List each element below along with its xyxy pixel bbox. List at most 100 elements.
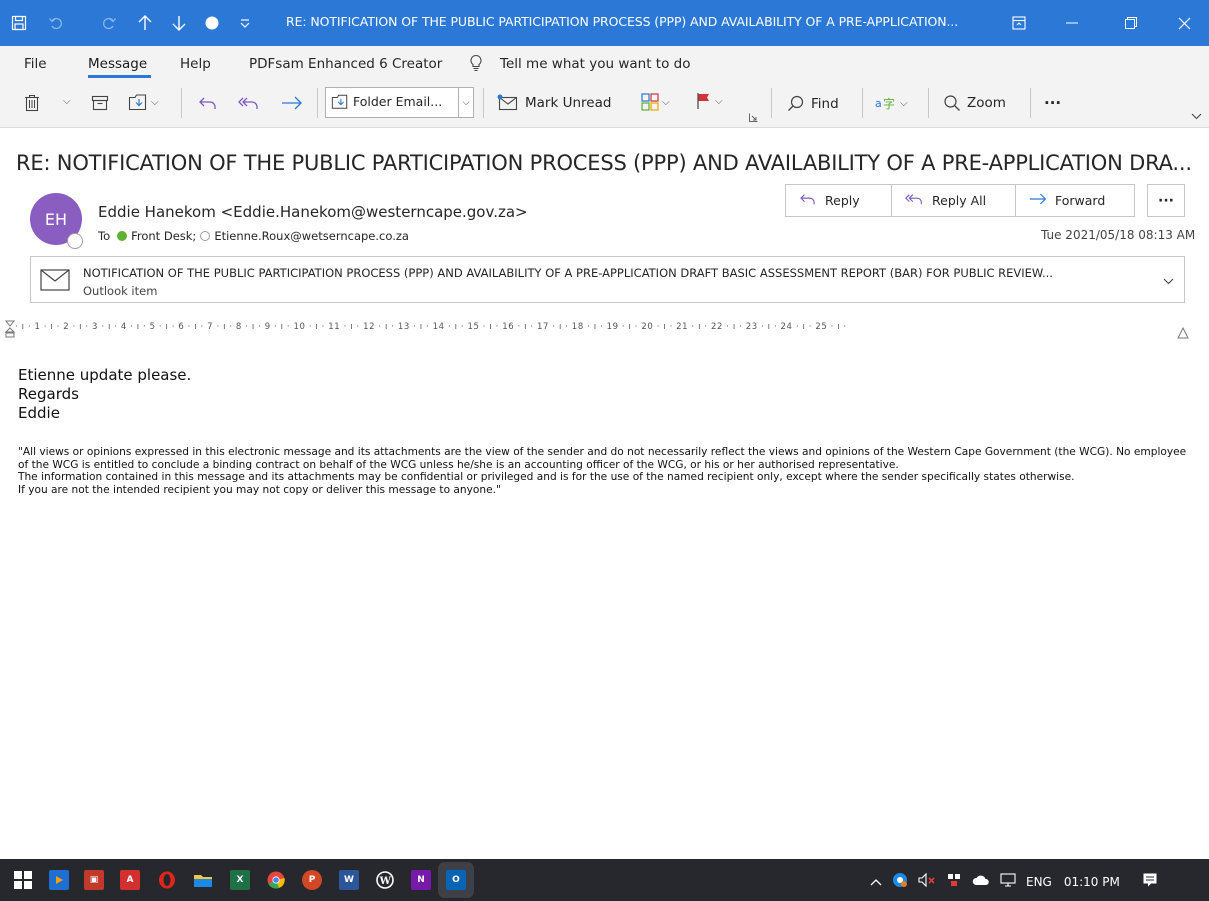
chevron-down-icon: ⌵	[63, 96, 71, 107]
security-icon[interactable]	[892, 872, 908, 891]
ribbon-separator	[771, 88, 772, 118]
chevron-down-icon[interactable]	[1163, 274, 1174, 288]
close-button[interactable]	[1161, 0, 1207, 46]
move-button[interactable]: ⌵	[128, 93, 159, 111]
zoom-button[interactable]: Zoom	[943, 94, 1006, 112]
archive-button[interactable]	[91, 95, 109, 111]
customize-toolbar-icon[interactable]	[232, 8, 258, 38]
outlook-icon[interactable]: O	[446, 870, 466, 890]
ribbon-separator	[483, 88, 484, 118]
ribbon-separator	[317, 88, 318, 118]
reply-all-label: Reply All	[932, 193, 987, 208]
menu-message[interactable]: Message	[88, 56, 147, 72]
disclaimer-paragraph: If you are not the intended recipient yo…	[18, 483, 501, 496]
translate-button[interactable]: a字 ⌵	[875, 94, 908, 112]
chevron-up-icon[interactable]	[870, 875, 882, 889]
menu-file[interactable]: File	[24, 56, 47, 72]
save-icon[interactable]	[6, 8, 32, 38]
onedrive-icon[interactable]	[972, 874, 990, 889]
avatar-initials: EH	[44, 209, 68, 229]
right-indent-marker[interactable]	[1177, 324, 1189, 343]
reply-all-ribbon-button[interactable]	[238, 95, 260, 111]
ribbon-display-options-button[interactable]	[996, 0, 1042, 46]
chevron-down-icon: ⌵	[662, 96, 670, 108]
network-icon[interactable]	[946, 872, 962, 891]
svg-text:a: a	[875, 97, 882, 110]
notifications-icon[interactable]	[1142, 872, 1158, 891]
unknown-status-icon	[200, 231, 211, 241]
powerpoint-icon[interactable]: P	[302, 870, 322, 890]
wordpress-icon[interactable]: W	[375, 870, 395, 890]
clock[interactable]: 01:10 PM	[1064, 875, 1120, 889]
opera-icon[interactable]	[157, 870, 177, 890]
file-explorer-icon[interactable]	[193, 870, 213, 890]
forward-button[interactable]: Forward	[1015, 184, 1135, 217]
reply-label: Reply	[825, 193, 860, 208]
flag-icon	[696, 92, 712, 110]
svg-text:字: 字	[883, 96, 895, 111]
forward-icon	[281, 96, 303, 110]
folder-email-label: Folder Email...	[353, 94, 443, 109]
onenote-icon[interactable]: N	[411, 870, 431, 890]
tell-me-search[interactable]: Tell me what you want to do	[500, 56, 690, 72]
recipient-front-desk[interactable]: Front Desk;	[131, 229, 196, 243]
redo-icon[interactable]	[96, 8, 122, 38]
ruler-scale: · ı · 1 · ı · 2 · ı · 3 · ı · 4 · ı · 5 …	[15, 322, 847, 332]
more-actions-label: ···	[1158, 192, 1174, 209]
sender-name[interactable]: Eddie Hanekom <Eddie.Hanekom@westerncape…	[98, 203, 528, 221]
restore-button[interactable]	[1108, 0, 1154, 46]
taskbar: ▣ A X P W W N O ENG 01:10 PM	[0, 859, 1209, 901]
mark-unread-button[interactable]: Mark Unread	[497, 94, 611, 111]
image-app-icon[interactable]: ▣	[84, 870, 104, 890]
reply-all-button[interactable]: Reply All	[891, 184, 1016, 217]
move-to-folder-icon	[331, 93, 349, 110]
zoom-label: Zoom	[967, 95, 1006, 111]
mark-unread-label: Mark Unread	[525, 94, 612, 111]
recipient-etienne[interactable]: Etienne.Roux@wetserncape.co.za	[214, 229, 409, 243]
chrome-icon[interactable]	[266, 870, 286, 890]
record-icon[interactable]	[199, 8, 225, 38]
delete-dropdown[interactable]: ⌵	[60, 96, 71, 107]
word-icon[interactable]: W	[339, 870, 359, 890]
previous-item-icon[interactable]	[132, 8, 158, 38]
volume-muted-icon[interactable]	[918, 872, 936, 890]
chevron-down-icon	[1191, 113, 1202, 120]
disclaimer-paragraph: The information contained in this messag…	[18, 471, 1075, 483]
language-indicator[interactable]: ENG	[1026, 875, 1052, 889]
undo-icon[interactable]	[43, 8, 69, 38]
quick-steps-dropdown[interactable]: ⌵	[458, 88, 473, 117]
more-actions-button[interactable]: ···	[1147, 184, 1185, 217]
media-player-icon[interactable]	[49, 870, 69, 890]
reply-ribbon-button[interactable]	[198, 95, 218, 111]
reply-button[interactable]: Reply	[785, 184, 892, 217]
acrobat-icon[interactable]: A	[120, 870, 140, 890]
folder-email-quick-step[interactable]: Folder Email...	[331, 93, 442, 110]
next-item-icon[interactable]	[166, 8, 192, 38]
attachment-item[interactable]: NOTIFICATION OF THE PUBLIC PARTICIPATION…	[30, 256, 1185, 303]
body-line-1: Etienne update please.	[18, 366, 192, 384]
display-icon[interactable]	[1000, 873, 1016, 890]
left-indent-marker[interactable]	[4, 320, 16, 342]
follow-up-button[interactable]: ⌵	[696, 92, 723, 110]
menu-help[interactable]: Help	[180, 56, 211, 72]
chevron-down-icon: ⌵	[151, 96, 159, 108]
windows-start-icon[interactable]	[13, 870, 33, 890]
window-title: RE: NOTIFICATION OF THE PUBLIC PARTICIPA…	[286, 14, 959, 29]
reply-icon	[799, 192, 825, 209]
menu-pdfsam[interactable]: PDFsam Enhanced 6 Creator	[249, 56, 442, 72]
tags-dialog-launcher[interactable]	[749, 113, 758, 122]
more-commands-button[interactable]: ···	[1044, 94, 1061, 112]
categorize-button[interactable]: ⌵	[641, 93, 670, 111]
attachment-type: Outlook item	[83, 284, 158, 298]
find-button[interactable]: Find	[787, 95, 839, 113]
expand-ribbon-button[interactable]	[1191, 113, 1202, 120]
email-disclaimer: "All views or opinions expressed in this…	[18, 446, 1188, 496]
minimize-button[interactable]	[1049, 0, 1095, 46]
trash-icon	[24, 94, 40, 112]
delete-button[interactable]	[24, 94, 40, 112]
more-commands-label: ···	[1044, 94, 1062, 112]
chevron-down-icon: ⌵	[715, 95, 723, 107]
forward-label: Forward	[1055, 193, 1106, 208]
excel-icon[interactable]: X	[230, 870, 250, 890]
forward-ribbon-button[interactable]	[281, 96, 303, 110]
